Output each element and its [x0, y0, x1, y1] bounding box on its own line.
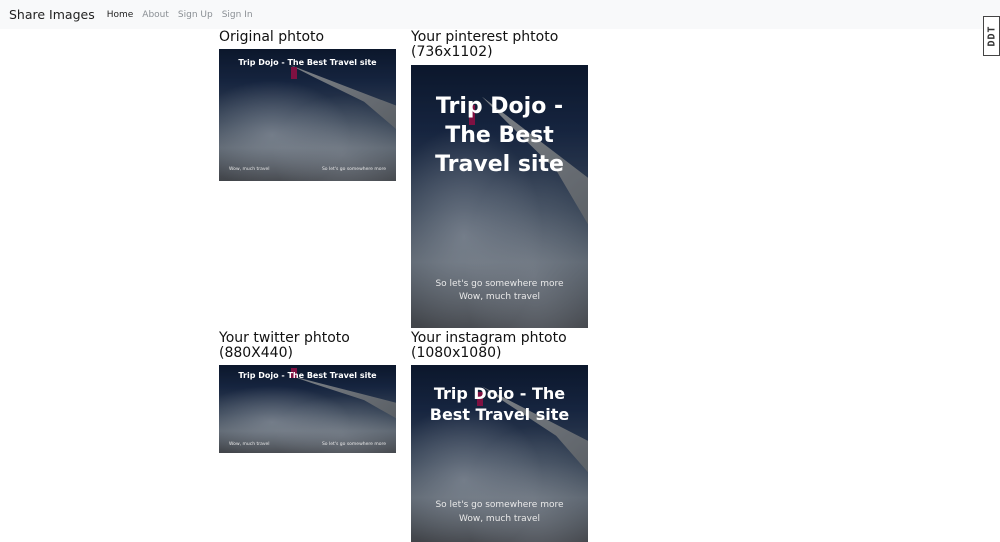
instagram-photo-image: Trip Dojo - The Best Travel site So let'…: [411, 365, 588, 542]
image-overlay: [219, 49, 396, 181]
photo-line-1: So let's go somewhere more: [321, 167, 386, 172]
nav-links: Home About Sign Up Sign In: [107, 10, 262, 20]
original-photo-heading: Original phtoto: [219, 29, 325, 45]
pinterest-photo-heading: Your pinterest phtoto: [411, 29, 559, 45]
original-photo-card: Original phtoto: [219, 30, 324, 45]
twitter-photo-heading: Your twitter phtoto: [219, 330, 350, 346]
photo-line-1: So let's go somewhere more: [435, 500, 564, 510]
pinterest-photo-dims: (736x1102): [411, 44, 493, 60]
nav-signin-link[interactable]: Sign In: [222, 10, 253, 20]
instagram-photo-heading: Your instagram phtoto: [411, 330, 567, 346]
nav-home-link[interactable]: Home: [107, 10, 134, 20]
original-photo-image: Trip Dojo - The Best Travel site Wow, mu…: [219, 49, 396, 181]
photo-line-1: So let's go somewhere more: [321, 442, 386, 447]
photo-title: Trip Dojo - The Best Travel site: [238, 58, 377, 67]
photo-title: Trip Dojo - The Best Travel site: [435, 94, 564, 177]
twitter-photo-image: Trip Dojo - The Best Travel site Wow, mu…: [219, 365, 396, 453]
ddt-badge-label: DDT: [986, 25, 997, 47]
pinterest-photo-card: Your pinterest phtoto (736x1102): [411, 30, 558, 60]
photo-line-2: Wow, much travel: [458, 514, 541, 524]
photo-line-2: Wow, much travel: [458, 292, 541, 302]
photo-line-2: Wow, much travel: [229, 442, 270, 447]
instagram-photo-dims: (1080x1080): [411, 345, 502, 361]
instagram-photo-card: Your instagram phtoto (1080x1080): [411, 331, 567, 361]
ddt-badge[interactable]: DDT: [983, 16, 1000, 56]
brand-link[interactable]: Share Images: [9, 7, 95, 22]
photo-line-1: So let's go somewhere more: [435, 279, 564, 289]
navbar: Share Images Home About Sign Up Sign In: [0, 0, 1000, 29]
photo-title: Trip Dojo - The Best Travel site: [238, 371, 377, 380]
twitter-photo-card: Your twitter phtoto (880X440): [219, 331, 350, 361]
photo-line-2: Wow, much travel: [229, 167, 270, 172]
twitter-photo-dims: (880X440): [219, 345, 293, 361]
nav-signup-link[interactable]: Sign Up: [178, 10, 213, 20]
nav-about-link[interactable]: About: [142, 10, 169, 20]
pinterest-photo-image: Trip Dojo - The Best Travel site So let'…: [411, 65, 588, 328]
photo-title: Trip Dojo - The Best Travel site: [429, 384, 570, 424]
